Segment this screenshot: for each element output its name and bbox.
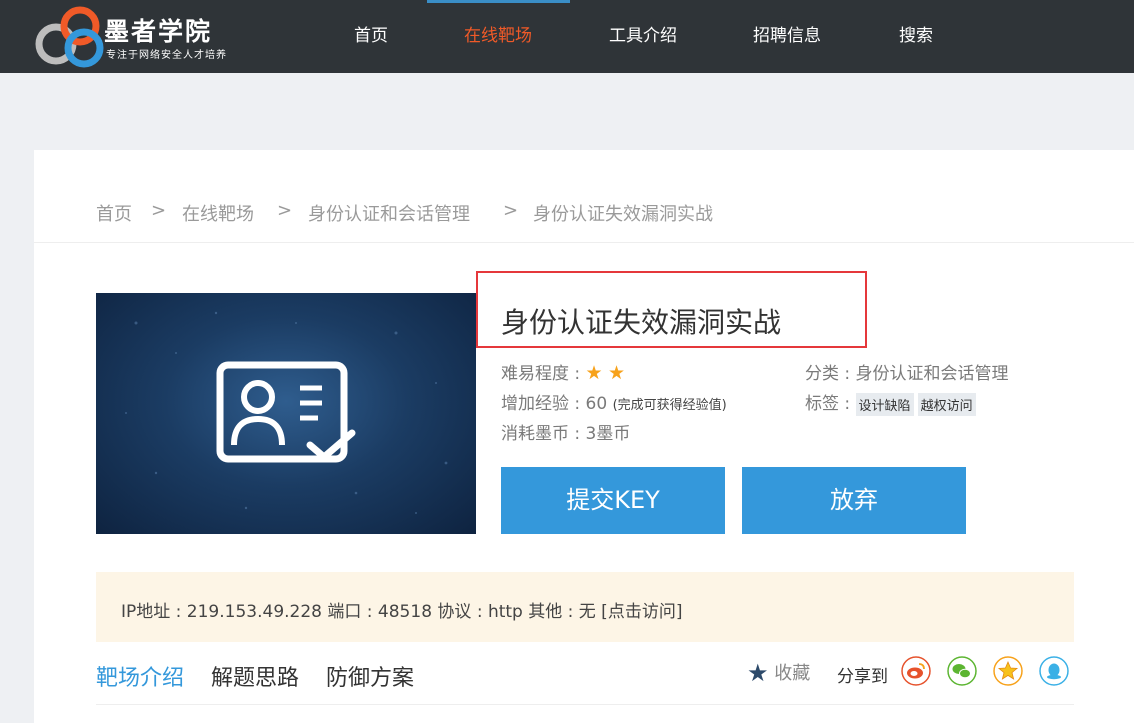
cost-row: 消耗墨币 : 3墨币 [501, 424, 631, 444]
nav-jobs[interactable]: 招聘信息 [753, 0, 821, 73]
difficulty-label: 难易程度 : [501, 364, 581, 384]
favorite-button[interactable]: ★ 收藏 [747, 659, 810, 687]
breadcrumb-online-range[interactable]: 在线靶场 [182, 200, 254, 226]
experience-row: 增加经验 : 60 (完成可获得经验值) [501, 389, 727, 414]
experience-note: (完成可获得经验值) [612, 398, 727, 413]
give-up-button[interactable]: 放弃 [742, 467, 966, 534]
breadcrumb-home[interactable]: 首页 [96, 200, 132, 226]
breadcrumb-separator: > [151, 200, 167, 221]
tab-introduction[interactable]: 靶场介绍 [96, 660, 184, 692]
experience-value: 增加经验 : 60 [501, 394, 608, 414]
challenge-banner-image [96, 293, 476, 534]
breadcrumb-current: 身份认证失效漏洞实战 [533, 204, 713, 225]
share-label: 分享到 [837, 667, 888, 687]
tabs-divider [96, 704, 1074, 705]
nav-tools[interactable]: 工具介绍 [609, 0, 677, 73]
nav-search[interactable]: 搜索 [899, 0, 933, 73]
id-card-icon [125, 311, 448, 514]
favorite-label: 收藏 [774, 663, 811, 684]
qq-icon[interactable] [1039, 656, 1069, 686]
target-info-text[interactable]: IP地址 : 219.153.49.228 端口 : 48518 协议 : ht… [121, 597, 682, 622]
breadcrumb-divider [34, 242, 1134, 243]
category-row: 分类 : 身份认证和会话管理 [805, 364, 1009, 384]
target-info-bar: IP地址 : 219.153.49.228 端口 : 48518 协议 : ht… [96, 572, 1074, 642]
tab-solution[interactable]: 解题思路 [211, 660, 299, 692]
submit-key-button[interactable]: 提交KEY [501, 467, 725, 534]
logo-cloud-icon[interactable] [34, 4, 114, 70]
breadcrumb-separator: > [503, 200, 519, 221]
tag-design-flaw[interactable]: 设计缺陷 [855, 392, 914, 416]
logo-subtitle: 专注于网络安全人才培养 [106, 50, 227, 61]
tab-defense[interactable]: 防御方案 [326, 660, 414, 692]
nav-home[interactable]: 首页 [354, 0, 388, 73]
breadcrumb-category[interactable]: 身份认证和会话管理 [308, 200, 470, 226]
weibo-icon[interactable] [901, 656, 931, 686]
tags-label: 标签 : [805, 394, 851, 414]
star-icon: ★ [608, 362, 626, 384]
favorite-star-icon: ★ [747, 659, 769, 687]
top-navbar: 墨者学院 专注于网络安全人才培养 首页 在线靶场 工具介绍 招聘信息 搜索 [0, 0, 1134, 73]
difficulty-row: 难易程度 : ★ ★ [501, 359, 625, 384]
tag-unauthorized-access[interactable]: 越权访问 [917, 392, 976, 416]
nav-online-range[interactable]: 在线靶场 [464, 0, 532, 73]
star-icon: ★ [585, 362, 603, 384]
wechat-icon[interactable] [947, 656, 977, 686]
tags-row: 标签 : 设计缺陷 越权访问 [805, 389, 980, 416]
breadcrumb-separator: > [277, 200, 293, 221]
challenge-title: 身份认证失效漏洞实战 [501, 306, 782, 339]
qzone-icon[interactable] [993, 656, 1023, 686]
logo-title[interactable]: 墨者学院 [104, 12, 212, 48]
